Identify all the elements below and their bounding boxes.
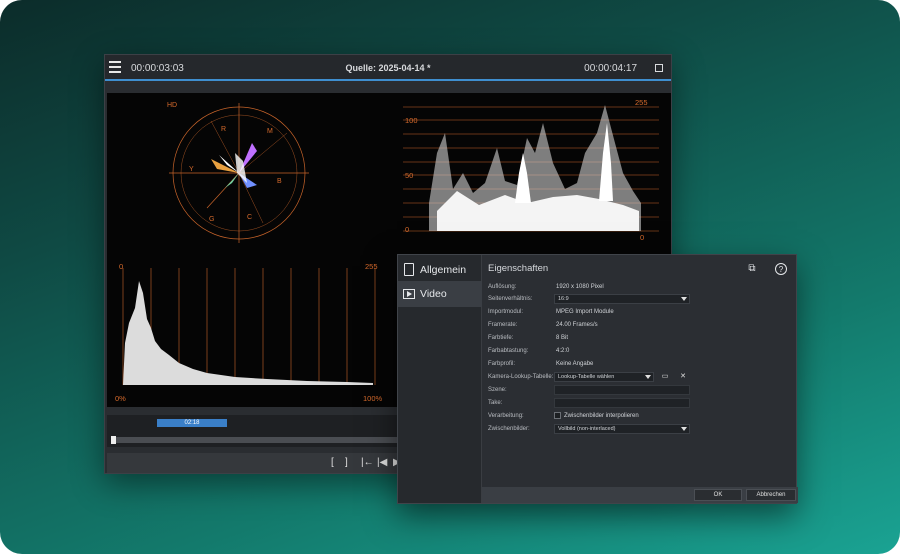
waveform-max-label: 255: [635, 98, 648, 107]
prop-label: Farbtiefe:: [488, 335, 514, 341]
prop-label: Kamera-Lookup-Tabelle:: [488, 374, 554, 380]
dialog-footer: OK Abbrechen: [482, 487, 798, 503]
prop-label: Importmodul:: [488, 309, 524, 315]
prop-value: Keine Angabe: [556, 361, 594, 367]
chevron-down-icon: [681, 297, 687, 301]
prop-farbtiefe: Farbtiefe: 8 Bit: [488, 333, 788, 344]
waveform-min-label: 0: [640, 233, 644, 242]
timeline-range-marker[interactable]: 02:18: [157, 419, 227, 427]
maximize-icon[interactable]: [655, 64, 663, 72]
vectorscope-c-label: C: [247, 214, 252, 221]
sidebar-item-allgemein[interactable]: Allgemein: [398, 257, 482, 283]
histogram-max-label: 255: [365, 262, 378, 271]
timecode-duration: 00:00:04:17: [584, 63, 637, 74]
copy-icon[interactable]: ⧉: [746, 263, 758, 275]
select-value: Lookup-Tabelle wählen: [558, 374, 615, 380]
timeline-playhead[interactable]: [111, 436, 116, 444]
preview-titlebar: 00:00:03:03 Quelle: 2025-04-14 * 00:00:0…: [105, 55, 671, 81]
field-order-select[interactable]: Vollbild (non-interlaced): [554, 424, 690, 434]
vectorscope-y-label: Y: [189, 166, 194, 173]
vectorscope-g-label: G: [209, 216, 214, 223]
histogram: 0 255 0% 100%: [115, 262, 383, 403]
prop-label: Seitenverhältnis:: [488, 296, 533, 302]
document-icon: [404, 263, 414, 276]
vectorscope-b-label: B: [277, 178, 282, 185]
video-icon: [403, 289, 415, 299]
properties-dialog: Allgemein Video Eigenschaften ⧉ ? Auflös…: [397, 254, 798, 504]
prop-value: 4:2:0: [556, 348, 570, 354]
folder-icon[interactable]: ▭: [660, 372, 670, 382]
previous-frame-button[interactable]: |◀: [377, 457, 387, 468]
prop-value: 1920 x 1080 Pixel: [556, 284, 604, 290]
vectorscope-trace: [211, 143, 257, 188]
select-value: Vollbild (non-interlaced): [558, 426, 616, 432]
help-icon[interactable]: ?: [775, 263, 787, 275]
mark-out-button[interactable]: ]: [345, 457, 348, 468]
vectorscope-m-label: M: [267, 128, 273, 135]
prop-importmodul: Importmodul: MPEG Import Module: [488, 307, 788, 318]
prop-value: 24.00 Frames/s: [556, 322, 598, 328]
take-input[interactable]: [554, 398, 690, 408]
aspect-ratio-select[interactable]: 16:9: [554, 294, 690, 304]
sidebar-item-label: Video: [420, 288, 447, 300]
checkbox-label: Zwischenbilder interpolieren: [564, 413, 639, 419]
prop-label: Farbabtastung:: [488, 348, 529, 354]
prop-szene: Szene:: [488, 385, 788, 396]
prop-framerate: Framerate: 24.00 Frames/s: [488, 320, 788, 331]
prop-value: MPEG Import Module: [556, 309, 614, 315]
select-value: 16:9: [558, 296, 569, 302]
vectorscope-r-label: R: [221, 126, 226, 133]
prop-label: Take:: [488, 400, 503, 406]
prop-aufloesung: Auflösung: 1920 x 1080 Pixel: [488, 282, 788, 293]
close-icon[interactable]: ✕: [678, 372, 688, 382]
cancel-button[interactable]: Abbrechen: [746, 489, 796, 501]
interpolate-checkbox[interactable]: [554, 412, 561, 419]
prop-farbprofil: Farbprofil: Keine Angabe: [488, 359, 788, 370]
prop-farbabtastung: Farbabtastung: 4:2:0: [488, 346, 788, 357]
prop-take: Take:: [488, 398, 788, 409]
chevron-down-icon: [645, 375, 651, 379]
prop-label: Zwischenbilder:: [488, 426, 530, 432]
lut-select[interactable]: Lookup-Tabelle wählen: [554, 372, 654, 382]
histogram-min-label: 0: [119, 262, 123, 271]
prop-label: Verarbeitung:: [488, 413, 524, 419]
background: 00:00:03:03 Quelle: 2025-04-14 * 00:00:0…: [0, 0, 900, 554]
properties-sidebar: Allgemein Video: [398, 255, 482, 503]
vectorscope-hd-label: HD: [167, 102, 177, 109]
prop-value: 8 Bit: [556, 335, 569, 341]
prop-seitenverhaeltnis: Seitenverhältnis: 16:9: [488, 294, 788, 305]
histogram-0pct-label: 0%: [115, 394, 126, 403]
prop-kamera-lut: Kamera-Lookup-Tabelle: Lookup-Tabelle wä…: [488, 372, 788, 383]
ok-button[interactable]: OK: [694, 489, 742, 501]
chevron-down-icon: [681, 427, 687, 431]
dialog-title: Eigenschaften: [488, 263, 549, 274]
prop-label: Framerate:: [488, 322, 518, 328]
sidebar-item-label: Allgemein: [420, 264, 467, 276]
go-to-in-button[interactable]: |←: [361, 457, 374, 468]
prop-label: Auflösung:: [488, 284, 517, 290]
prop-zwischenbilder: Zwischenbilder: Vollbild (non-interlaced…: [488, 424, 788, 435]
prop-label: Szene:: [488, 387, 507, 393]
waveform-tick-0: 0: [405, 225, 409, 234]
timeline-scrub-track[interactable]: [111, 437, 411, 443]
prop-label: Farbprofil:: [488, 361, 516, 367]
prop-verarbeitung: Verarbeitung: Zwischenbilder interpolier…: [488, 411, 788, 422]
histogram-100pct-label: 100%: [363, 394, 383, 403]
scene-input[interactable]: [554, 385, 690, 395]
mark-in-button[interactable]: [: [331, 457, 334, 468]
waveform: 255 0 100 50 0: [403, 98, 659, 242]
waveform-tick-100: 100: [405, 116, 418, 125]
sidebar-item-video[interactable]: Video: [398, 281, 482, 307]
waveform-tick-50: 50: [405, 171, 413, 180]
